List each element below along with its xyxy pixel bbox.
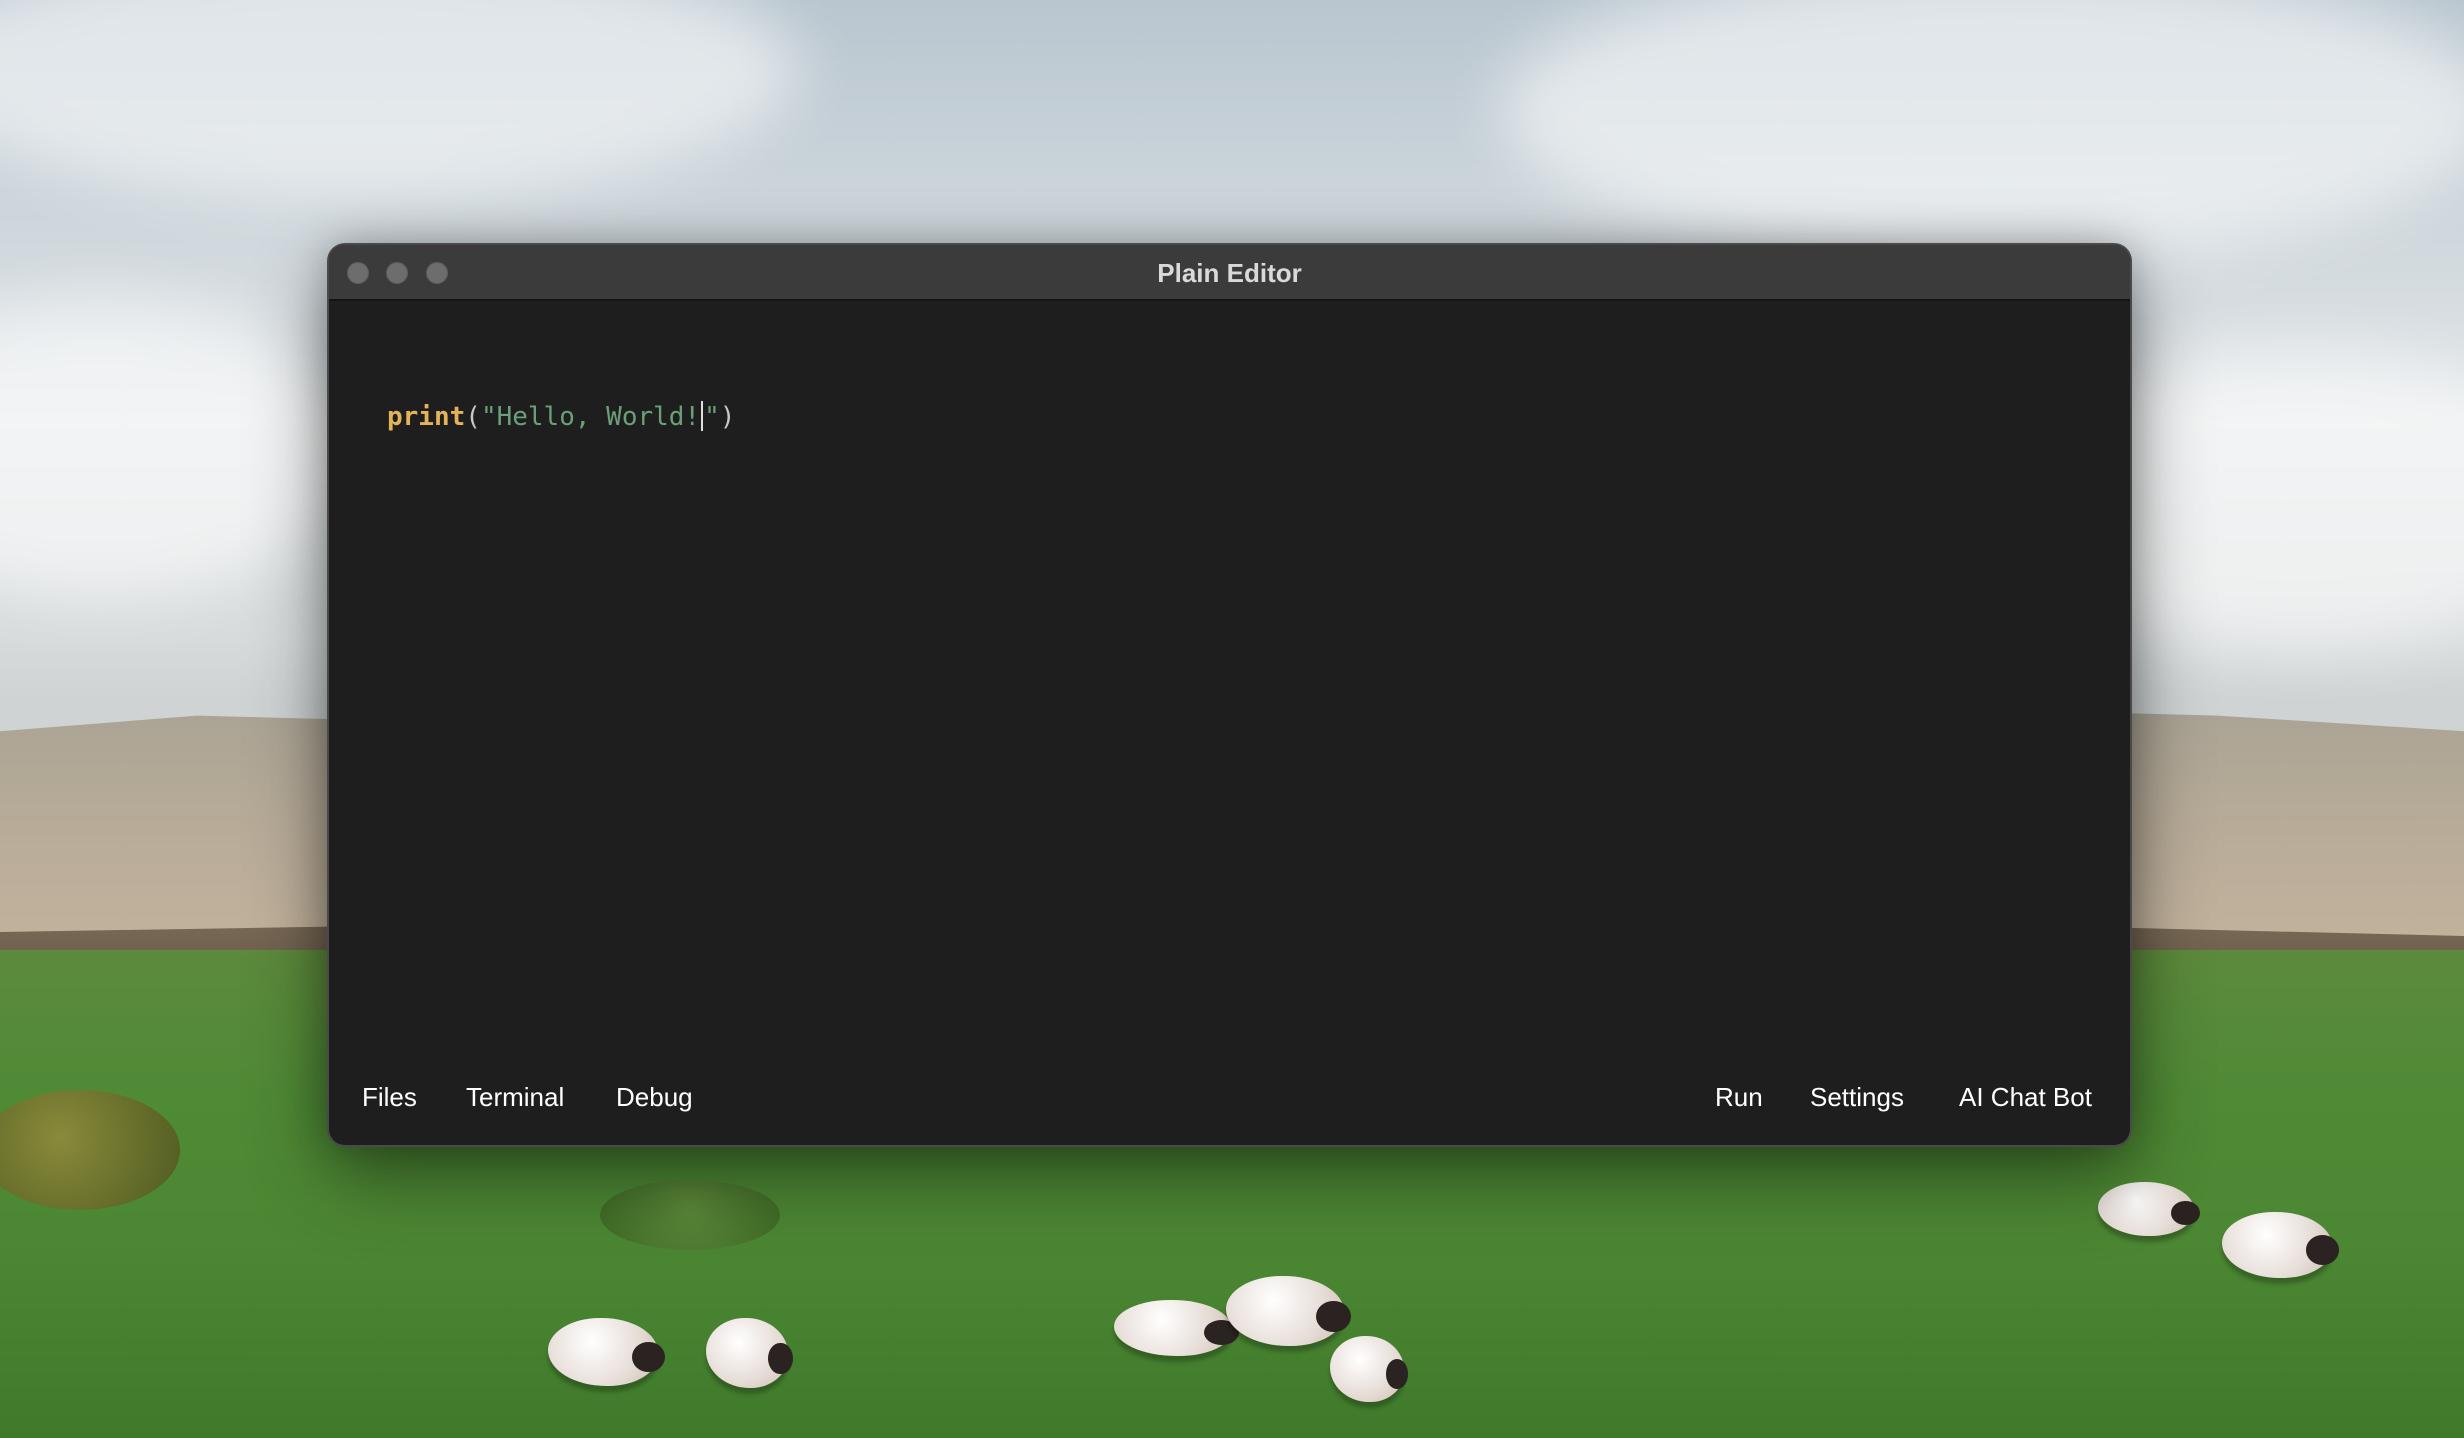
code-function-token: print (387, 402, 466, 432)
settings-button[interactable]: Settings (1810, 1077, 1904, 1117)
editor-window: Plain Editor print("Hello, World! ") File… (329, 245, 2130, 1145)
code-editor[interactable]: print("Hello, World! ") (329, 301, 2130, 1041)
sheep (1330, 1336, 1409, 1402)
title-bar[interactable]: Plain Editor (329, 245, 2130, 301)
files-button[interactable]: Files (362, 1077, 417, 1117)
text-cursor (701, 401, 704, 431)
terminal-button[interactable]: Terminal (466, 1077, 564, 1117)
code-string-close-quote-token: " (704, 402, 720, 432)
sheep (706, 1318, 793, 1388)
grass-mound (600, 1180, 780, 1250)
debug-button[interactable]: Debug (616, 1077, 693, 1117)
cloud (0, 0, 800, 200)
run-button[interactable]: Run (1715, 1077, 1763, 1117)
ai-chat-bot-button[interactable]: AI Chat Bot (1959, 1077, 2092, 1117)
code-close-paren-token: ) (719, 402, 736, 432)
window-title: Plain Editor (1157, 258, 1302, 288)
bottom-toolbar: Files Terminal Debug Run Settings AI Cha… (329, 1049, 2130, 1145)
code-line[interactable]: print("Hello, World! ") (387, 401, 735, 432)
code-open-paren-token: ( (465, 402, 481, 432)
cloud (0, 300, 350, 600)
code-string-token: "Hello, World! (480, 402, 701, 432)
sheep (2098, 1182, 2200, 1236)
cloud (1500, 0, 2464, 260)
